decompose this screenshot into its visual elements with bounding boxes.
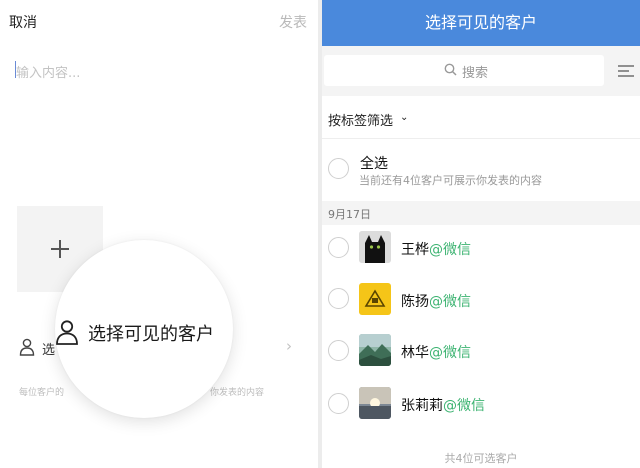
select-all-label[interactable]: 全选 xyxy=(360,153,388,173)
magnifier-callout: 选择可见的客户 xyxy=(55,240,233,418)
sunset-icon xyxy=(359,387,391,419)
person-icon xyxy=(56,320,78,345)
contact-name: 王桦@微信 xyxy=(401,242,471,258)
select-all-radio[interactable] xyxy=(328,158,349,179)
compose-input[interactable]: 输入内容... xyxy=(16,62,80,81)
composer-panel: 取消 发表 输入内容... 选 › 每位客户的 你发表的内容 选择可见的客户 xyxy=(0,0,318,468)
contact-name: 张莉莉@微信 xyxy=(401,398,485,414)
contact-radio[interactable] xyxy=(328,237,349,258)
chevron-down-icon: ⌄ xyxy=(400,112,409,123)
contact-radio[interactable] xyxy=(328,288,349,309)
customer-picker-panel: 选择可见的客户 搜索 按标签筛选 ⌄ 全选 当前还有4位客户可展示你发表的内容 … xyxy=(322,0,640,468)
cancel-button[interactable]: 取消 xyxy=(9,12,37,32)
select-visible-customers-label[interactable]: 选择可见的客户 xyxy=(88,320,214,346)
contact-name: 林华@微信 xyxy=(401,345,471,361)
publish-button[interactable]: 发表 xyxy=(279,12,307,32)
black-cat-icon xyxy=(359,231,391,263)
avatar xyxy=(359,387,391,419)
search-icon xyxy=(444,63,457,76)
date-group-label: 9月17日 xyxy=(328,208,371,221)
page-title: 选择可见的客户 xyxy=(322,0,640,46)
divider xyxy=(322,138,640,139)
visibility-hint-right: 你发表的内容 xyxy=(210,388,265,398)
chevron-right-icon: › xyxy=(286,337,292,355)
search-input[interactable]: 搜索 xyxy=(324,55,604,86)
filter-by-tag-button[interactable]: 按标签筛选 xyxy=(328,110,393,129)
index-list-icon[interactable] xyxy=(618,64,634,78)
contact-radio[interactable] xyxy=(328,340,349,361)
avatar xyxy=(359,334,391,366)
visibility-row-label[interactable]: 选 xyxy=(42,339,55,358)
person-icon xyxy=(19,338,35,356)
search-bar: 搜索 xyxy=(322,46,640,96)
contact-name: 陈扬@微信 xyxy=(401,294,471,310)
warning-sign-icon xyxy=(359,283,391,315)
avatar xyxy=(359,283,391,315)
landscape-icon xyxy=(359,334,391,366)
customer-count-footer: 共4位可选客户 xyxy=(444,452,518,465)
contact-radio[interactable] xyxy=(328,393,349,414)
avatar xyxy=(359,231,391,263)
search-placeholder: 搜索 xyxy=(462,66,489,81)
select-all-subtitle: 当前还有4位客户可展示你发表的内容 xyxy=(359,174,542,187)
visibility-hint-left: 每位客户的 xyxy=(19,388,65,398)
date-group-header: 9月17日 xyxy=(322,201,640,225)
